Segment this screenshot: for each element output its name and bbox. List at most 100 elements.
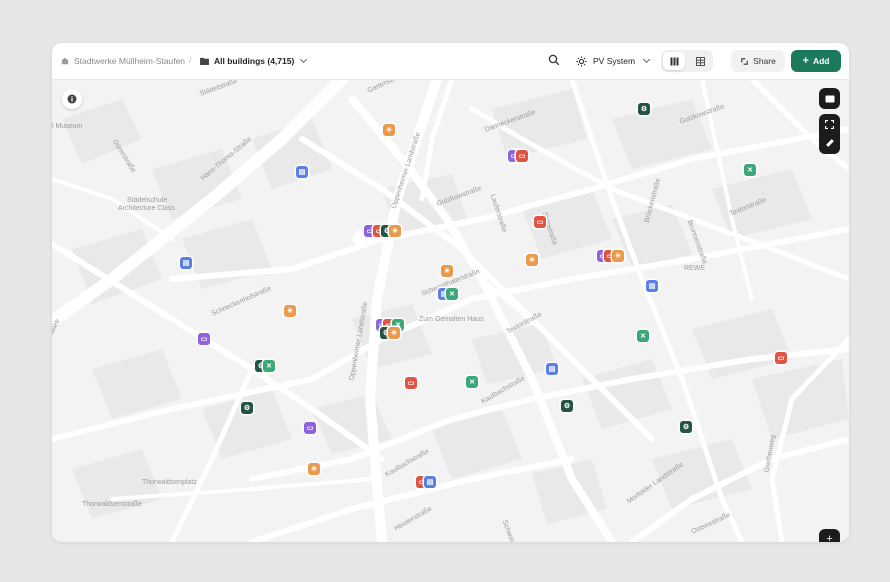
meter-marker[interactable]: ▤	[424, 476, 436, 488]
sun-icon: ☀	[385, 126, 393, 134]
poi-label: Thorwaldsenplatz	[142, 479, 197, 486]
system-label: PV System	[593, 56, 636, 66]
sun-icon: ☀	[286, 307, 294, 315]
message-icon: ▭	[777, 354, 785, 362]
map-canvas[interactable]: Städelstraße Gartenstraße l Museum Dürer…	[52, 71, 849, 542]
tool-marker[interactable]: ✕	[466, 376, 478, 388]
meter-marker[interactable]: ▤	[546, 363, 558, 375]
top-bar: Stadtwerke Müllheim-Staufen / All buildi…	[52, 43, 849, 80]
app-window: Stadtwerke Müllheim-Staufen / All buildi…	[52, 43, 849, 542]
gear-icon: ⚙	[243, 404, 251, 412]
expand-icon[interactable]	[825, 120, 834, 129]
pv-marker[interactable]: ☀	[308, 463, 320, 475]
gear-marker[interactable]: ⚙	[241, 402, 253, 414]
message-icon: ▭	[407, 379, 415, 387]
info-icon	[67, 94, 77, 104]
card-view-button[interactable]	[819, 88, 840, 109]
tools-group	[819, 114, 840, 154]
message-icon: ▭	[200, 335, 208, 343]
org-name: Stadtwerke Müllheim-Staufen	[74, 56, 186, 66]
buildings-dropdown[interactable]: All buildings (4,715)	[200, 43, 308, 79]
sun-icon: ☀	[310, 465, 318, 473]
tool-marker[interactable]: ✕	[744, 164, 756, 176]
zoom-controls: + −	[819, 529, 840, 542]
message-icon: ▭	[518, 152, 526, 160]
columns-icon	[670, 57, 678, 65]
search-icon[interactable]	[548, 54, 560, 66]
plus-icon: +	[802, 55, 809, 67]
ruler-icon[interactable]	[825, 138, 835, 148]
table-view-button[interactable]	[689, 52, 711, 70]
card-icon	[825, 95, 834, 102]
chat-marker[interactable]: ▭	[198, 333, 210, 345]
message-icon: ▭	[536, 218, 544, 226]
alert-marker[interactable]: ▭	[534, 216, 546, 228]
breadcrumb-org[interactable]: Stadtwerke Müllheim-Staufen	[61, 43, 185, 79]
meter-marker[interactable]: ▤	[296, 166, 308, 178]
map-view-button[interactable]	[663, 52, 685, 70]
street-label: Thorwaldsenstraße	[82, 501, 142, 508]
sun-icon: ☀	[391, 227, 399, 235]
bars-icon: ▤	[298, 168, 306, 176]
tool-marker[interactable]: ✕	[637, 330, 649, 342]
wrench-icon: ✕	[266, 362, 272, 370]
tool-marker[interactable]: ✕	[263, 360, 275, 372]
alert-marker[interactable]: ▭	[405, 377, 417, 389]
meter-marker[interactable]: ▤	[180, 257, 192, 269]
system-selector[interactable]: PV System	[576, 43, 651, 79]
share-icon	[741, 57, 748, 65]
folder-icon	[200, 57, 209, 65]
share-button[interactable]: Share	[731, 50, 785, 72]
poi-label: Architecture Class	[118, 205, 175, 212]
alert-marker[interactable]: ▭	[516, 150, 528, 162]
sun-icon: ☀	[614, 252, 622, 260]
bars-icon: ▤	[182, 259, 190, 267]
poi-label: Zum Gemalten Haus	[419, 316, 484, 323]
wrench-icon: ✕	[449, 290, 455, 298]
pv-marker[interactable]: ☀	[383, 124, 395, 136]
wrench-icon: ✕	[469, 378, 475, 386]
gear-marker[interactable]: ⚙	[638, 103, 650, 115]
chat-marker[interactable]: ▭	[304, 422, 316, 434]
pv-marker[interactable]: ☀	[612, 250, 624, 262]
pv-marker[interactable]: ☀	[441, 265, 453, 277]
info-button[interactable]	[62, 89, 82, 109]
message-icon: ▭	[306, 424, 314, 432]
tool-marker[interactable]: ✕	[446, 288, 458, 300]
poi-label: Städelschule	[127, 197, 168, 204]
zoom-in-button[interactable]: +	[819, 529, 840, 542]
share-label: Share	[753, 56, 776, 66]
bars-icon: ▤	[426, 478, 434, 486]
wrench-icon: ✕	[640, 332, 646, 340]
gear-icon: ⚙	[640, 105, 648, 113]
pv-marker[interactable]: ☀	[389, 225, 401, 237]
add-button[interactable]: + Add	[791, 50, 841, 72]
bars-icon: ▤	[648, 282, 656, 290]
add-label: Add	[812, 56, 830, 66]
street-map	[52, 79, 849, 542]
meter-marker[interactable]: ▤	[646, 280, 658, 292]
sun-icon	[576, 55, 587, 67]
alert-marker[interactable]: ▭	[775, 352, 787, 364]
gear-icon: ⚙	[563, 402, 571, 410]
sun-icon: ☀	[528, 256, 536, 264]
sun-icon: ☀	[390, 329, 398, 337]
gear-marker[interactable]: ⚙	[561, 400, 573, 412]
building-icon	[61, 57, 69, 65]
gear-marker[interactable]: ⚙	[680, 421, 692, 433]
bars-icon: ▤	[548, 365, 556, 373]
chevron-down-icon	[300, 55, 308, 64]
chevron-down-icon	[643, 55, 651, 64]
pv-marker[interactable]: ☀	[526, 254, 538, 266]
buildings-label: All buildings (4,715)	[214, 56, 295, 66]
sun-icon: ☀	[443, 267, 451, 275]
table-icon	[695, 56, 705, 66]
poi-label: REWE	[684, 265, 705, 272]
wrench-icon: ✕	[747, 166, 753, 174]
pv-marker[interactable]: ☀	[388, 327, 400, 339]
poi-label: l Museum	[52, 123, 83, 130]
breadcrumb-separator: /	[189, 55, 192, 65]
view-toggle	[661, 50, 713, 72]
pv-marker[interactable]: ☀	[284, 305, 296, 317]
gear-icon: ⚙	[682, 423, 690, 431]
